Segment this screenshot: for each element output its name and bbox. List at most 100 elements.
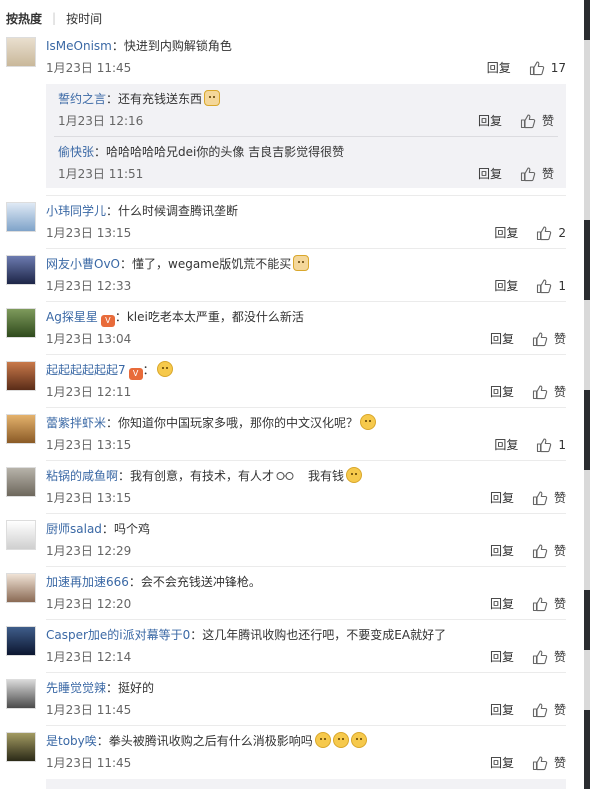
- sort-by-hot-tab[interactable]: 按热度: [6, 10, 42, 27]
- avatar[interactable]: [6, 414, 36, 444]
- like-button[interactable]: 赞: [532, 330, 566, 348]
- vip-badge-icon: V: [100, 315, 115, 327]
- sort-bar: 按热度 | 按时间: [6, 9, 102, 27]
- like-count: 17: [550, 61, 566, 75]
- divider: [46, 354, 566, 355]
- divider: [46, 301, 566, 302]
- like-button[interactable]: 赞: [532, 701, 566, 719]
- divider: [46, 513, 566, 514]
- thumbs-up-icon: [536, 225, 552, 241]
- username-link[interactable]: 厨师salad: [46, 522, 102, 536]
- divider: [46, 619, 566, 620]
- username-link[interactable]: Casper加e的i派对幕等于0: [46, 628, 190, 642]
- thumbs-up-icon: [536, 278, 552, 294]
- reply-button[interactable]: 回复: [478, 165, 502, 183]
- divider: [46, 195, 566, 196]
- username-link[interactable]: 誓约之言: [58, 92, 106, 106]
- like-button[interactable]: 赞: [520, 165, 554, 183]
- username-link[interactable]: IsMeOnism: [46, 39, 112, 53]
- avatar[interactable]: [6, 573, 36, 603]
- like-button[interactable]: 赞: [532, 595, 566, 613]
- avatar[interactable]: [6, 732, 36, 762]
- comment-time: 1月23日 13:15: [46, 438, 132, 452]
- comment-time: 1月23日 12:14: [46, 650, 132, 664]
- divider: [46, 407, 566, 408]
- username-link[interactable]: 蕾紫拌虾米: [46, 416, 106, 430]
- vip-badge-icon: V: [128, 368, 143, 380]
- comment-text: 挺好的: [118, 681, 155, 695]
- comment-text: 快进到内购解锁角色: [123, 39, 232, 53]
- reply-button[interactable]: 回复: [478, 112, 502, 130]
- comment-text: 会不会充钱送冲锋枪。: [140, 575, 261, 589]
- avatar[interactable]: [6, 361, 36, 391]
- avatar[interactable]: [6, 467, 36, 497]
- like-button[interactable]: 1: [536, 277, 566, 295]
- username-link[interactable]: Ag探星星: [46, 310, 98, 324]
- sub-reply-box-partial: [46, 779, 566, 789]
- reply-button[interactable]: 回复: [490, 754, 514, 772]
- reply-button[interactable]: 回复: [494, 277, 518, 295]
- username-link[interactable]: 起起起起起起7: [46, 363, 126, 377]
- divider: [46, 672, 566, 673]
- comment-time: 1月23日 11:51: [58, 167, 144, 181]
- sort-by-time-tab[interactable]: 按时间: [66, 10, 102, 27]
- like-button[interactable]: 赞: [532, 754, 566, 772]
- like-button[interactable]: 17: [529, 59, 566, 77]
- like-button[interactable]: 赞: [520, 112, 554, 130]
- sub-reply-item: 偷快张：哈哈哈哈哈兄dei你的头像 吉良吉影觉得很赞 1月23日 11:51 回…: [58, 145, 554, 183]
- comment-text: 你知道你中国玩家多哦，那你的中文汉化呢？: [118, 416, 359, 430]
- reply-button[interactable]: 回复: [490, 595, 514, 613]
- smile-emoji-icon: [350, 732, 367, 748]
- divider: [46, 566, 566, 567]
- reply-button[interactable]: 回复: [494, 436, 518, 454]
- divider: [46, 725, 566, 726]
- like-count: 赞: [553, 597, 566, 611]
- like-count: 赞: [541, 167, 554, 181]
- sub-reply-item: 誓约之言：还有充钱送东西 1月23日 12:16 回复 赞: [58, 90, 554, 130]
- reply-button[interactable]: 回复: [490, 648, 514, 666]
- avatar[interactable]: [6, 520, 36, 550]
- like-button[interactable]: 赞: [532, 648, 566, 666]
- avatar[interactable]: [6, 202, 36, 232]
- reply-button[interactable]: 回复: [490, 542, 514, 560]
- like-button[interactable]: 2: [536, 224, 566, 242]
- like-count: 赞: [553, 491, 566, 505]
- reply-button[interactable]: 回复: [494, 224, 518, 242]
- thumbs-up-icon: [532, 331, 548, 347]
- cat-emoji-icon: [204, 90, 221, 106]
- like-button[interactable]: 赞: [532, 542, 566, 560]
- avatar[interactable]: [6, 37, 36, 67]
- divider: [46, 460, 566, 461]
- comment-text: klei吃老本太严重，都没什么新活: [126, 310, 304, 324]
- reply-button[interactable]: 回复: [487, 59, 511, 77]
- like-count: 赞: [553, 756, 566, 770]
- avatar[interactable]: [6, 308, 36, 338]
- smile-emoji-icon: [346, 467, 363, 483]
- like-button[interactable]: 赞: [532, 383, 566, 401]
- username-link[interactable]: 先睡觉觉辣: [46, 681, 106, 695]
- like-button[interactable]: 赞: [532, 489, 566, 507]
- reply-button[interactable]: 回复: [490, 701, 514, 719]
- like-count: 赞: [553, 385, 566, 399]
- like-button[interactable]: 1: [536, 436, 566, 454]
- avatar[interactable]: [6, 255, 36, 285]
- comment-text-extra: 我有钱: [308, 469, 345, 483]
- username-link[interactable]: 网友小曹OvO: [46, 257, 120, 271]
- avatar[interactable]: [6, 626, 36, 656]
- comment-text: 懂了，wegame版饥荒不能买: [132, 257, 292, 271]
- comment-time: 1月23日 13:15: [46, 226, 132, 240]
- username-link[interactable]: 加速再加速666: [46, 575, 129, 589]
- username-link[interactable]: 小玮同学儿: [46, 204, 106, 218]
- comment-time: 1月23日 13:04: [46, 332, 132, 346]
- reply-button[interactable]: 回复: [490, 489, 514, 507]
- thumbs-up-icon: [532, 702, 548, 718]
- username-link[interactable]: 偷快张: [58, 145, 94, 159]
- username-link[interactable]: 是toby唉: [46, 734, 97, 748]
- reply-button[interactable]: 回复: [490, 383, 514, 401]
- username-link[interactable]: 粘锅的咸鱼啊: [46, 469, 118, 483]
- like-count: 赞: [541, 114, 554, 128]
- avatar[interactable]: [6, 679, 36, 709]
- reply-button[interactable]: 回复: [490, 330, 514, 348]
- thumbs-up-icon: [532, 543, 548, 559]
- divider: [46, 248, 566, 249]
